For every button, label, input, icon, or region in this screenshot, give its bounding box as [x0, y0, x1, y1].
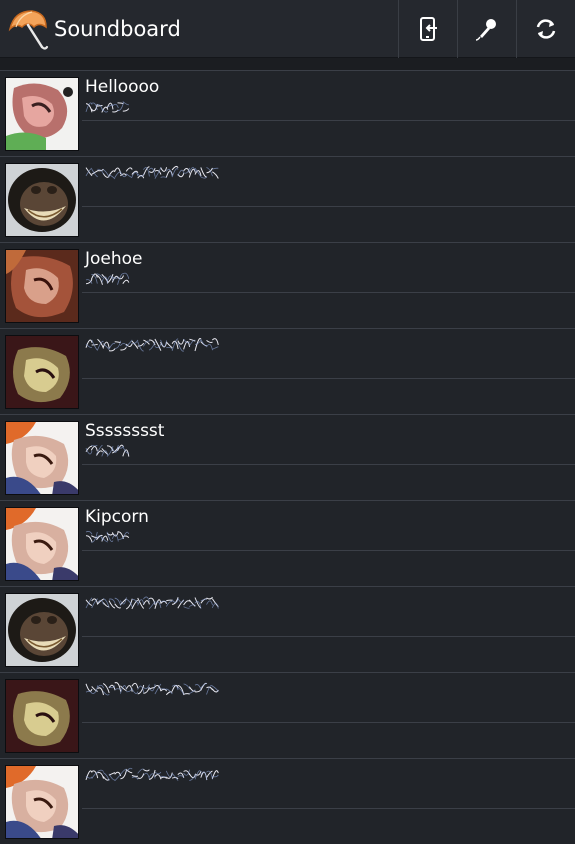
sound-name: Helloooo	[85, 77, 160, 97]
row-divider	[82, 464, 575, 465]
app-title: Soundboard	[54, 17, 181, 41]
sound-thumbnail	[5, 77, 79, 151]
waveform-icon	[85, 338, 219, 352]
row-divider	[82, 120, 575, 121]
row-divider	[82, 206, 575, 207]
sound-thumbnail	[5, 421, 79, 495]
sound-row[interactable]: Sssssssst	[0, 414, 575, 500]
sound-thumbnail	[5, 249, 79, 323]
sound-row[interactable]	[0, 672, 575, 758]
app-bar: Soundboard	[0, 0, 575, 58]
waveform-icon	[85, 767, 219, 782]
sound-name: Kipcorn	[85, 507, 149, 527]
waveform-icon	[85, 101, 130, 113]
sound-list[interactable]: Helloooo Joehoe Sssssssst Kipcorn	[0, 70, 575, 844]
phone-import-icon	[419, 17, 437, 41]
waveform-icon	[85, 531, 130, 543]
waveform-icon	[85, 682, 219, 696]
sound-name: Sssssssst	[85, 421, 165, 441]
microphone-icon	[475, 19, 496, 41]
sound-row[interactable]: Kipcorn	[0, 500, 575, 586]
sound-thumbnail	[5, 679, 79, 753]
row-divider	[82, 292, 575, 293]
sound-thumbnail	[5, 507, 79, 581]
list-spacer	[0, 58, 575, 70]
import-button[interactable]	[398, 0, 456, 58]
row-divider	[82, 808, 575, 809]
row-divider	[82, 722, 575, 723]
refresh-button[interactable]	[516, 0, 575, 58]
sound-row[interactable]	[0, 758, 575, 844]
sound-thumbnail	[5, 765, 79, 839]
sound-thumbnail	[5, 593, 79, 667]
record-button[interactable]	[457, 0, 515, 58]
row-divider	[82, 378, 575, 379]
waveform-icon	[85, 272, 130, 285]
sound-row[interactable]	[0, 328, 575, 414]
refresh-icon	[536, 19, 556, 39]
sound-thumbnail	[5, 335, 79, 409]
row-divider	[82, 636, 575, 637]
sound-row[interactable]: Helloooo	[0, 70, 575, 156]
row-divider	[82, 550, 575, 551]
sound-name: Joehoe	[85, 249, 143, 269]
waveform-icon	[85, 596, 219, 610]
sound-row[interactable]	[0, 156, 575, 242]
sound-row[interactable]	[0, 586, 575, 672]
waveform-icon	[85, 444, 130, 457]
sound-row[interactable]: Joehoe	[0, 242, 575, 328]
waveform-icon	[85, 165, 219, 180]
umbrella-icon[interactable]	[6, 7, 50, 51]
sound-thumbnail	[5, 163, 79, 237]
